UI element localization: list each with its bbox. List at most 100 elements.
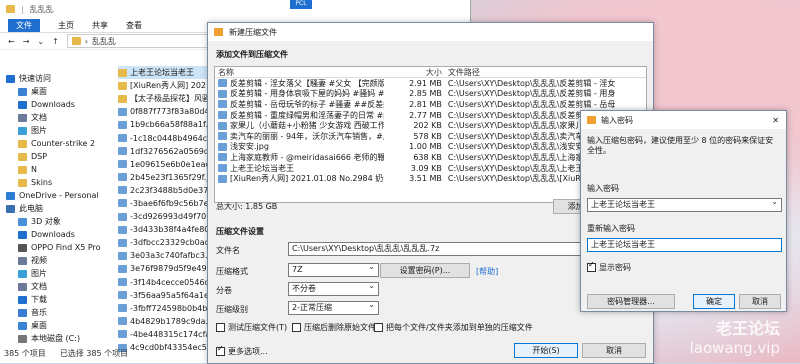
file-row[interactable]: 4c9cd0bf43354ec5.jpg (118, 341, 214, 354)
file-row[interactable]: -3cd926993d49f70.jpg (118, 210, 214, 223)
top-badge: PCL (290, 0, 312, 9)
column-path[interactable]: 文件路径 (446, 67, 646, 77)
nav-item-icon (18, 139, 27, 148)
image-file-icon (118, 238, 127, 247)
file-icon (218, 142, 227, 151)
nav-item[interactable]: Skins (0, 176, 112, 189)
column-name[interactable]: 名称 (215, 67, 384, 77)
breadcrumb-current[interactable]: 乱乱乱 (92, 36, 116, 47)
reenter-password-input[interactable]: 上老王论坛当老王 (587, 238, 782, 252)
nav-item-icon (18, 100, 27, 109)
file-row[interactable]: -1c18c0448b4964c6.jp (118, 131, 214, 144)
each-separate-checkbox[interactable] (374, 323, 383, 332)
selected-count: 已选择 385 个项目 (59, 349, 129, 358)
file-name: -3d433b38f4a4fe80.jp (130, 225, 214, 235)
ribbon-tab-home[interactable]: 主页 (58, 20, 74, 31)
nav-item[interactable]: Downloads (0, 98, 112, 111)
nav-item[interactable]: 桌面 (0, 85, 112, 98)
file-icon (218, 121, 227, 130)
level-select[interactable]: 2-正常压缩 (288, 301, 379, 315)
archive-row[interactable]: 反差剪辑 - 用身体哀吸下屋的妈妈 #骚妈 #骚妈 2.85 MB C:\Users… (215, 89, 646, 100)
nav-item[interactable]: OneDrive - Personal (0, 189, 112, 202)
nav-item[interactable]: 文档 (0, 280, 112, 293)
file-row[interactable]: -3d433b38f4a4fe80.jp (118, 223, 214, 236)
archive-row[interactable]: 反差剪辑 - 淫女落父【騷妻 #父女 【完颜版及 2.91 MB C:\Users\… (215, 78, 646, 89)
nav-item[interactable]: 视频 (0, 254, 112, 267)
ok-button[interactable]: 确定 (693, 294, 735, 309)
archive-row-name-text: 家果儿（小蘑菇+小粉猪 少女游戏 西破工作室.jpg (230, 121, 385, 131)
file-row[interactable]: 【太子极品探花】风骚嫩 (118, 92, 214, 105)
nav-item[interactable]: 图片 (0, 124, 112, 137)
file-row[interactable]: -3f56aa95a5f64a1e.jp (118, 289, 214, 302)
nav-item[interactable]: 桌面 (0, 319, 112, 332)
start-button[interactable]: 开始(S) (514, 343, 578, 358)
nav-item[interactable]: Downloads (0, 228, 112, 241)
nav-item-icon (18, 230, 27, 239)
level-label: 压缩级别 (216, 305, 248, 314)
test-archive-checkbox[interactable] (216, 323, 225, 332)
cancel-button[interactable]: 取消 (582, 343, 646, 358)
close-icon[interactable]: ✕ (772, 116, 779, 125)
column-size[interactable]: 大小 (384, 67, 445, 77)
dropdown-chevron-icon[interactable]: ⌄ (37, 37, 44, 46)
file-row[interactable]: 2b45e23f1365f29f.jpg (118, 171, 214, 184)
nav-item[interactable]: 3D 对象 (0, 215, 112, 228)
more-options-toggle[interactable]: 更多选项... (216, 344, 268, 357)
file-row[interactable]: 1e09615e6b0e1eac.jpg (118, 158, 214, 171)
ribbon-tab-view[interactable]: 查看 (126, 20, 142, 31)
file-row[interactable]: -3f14b4cecce0546d.jp (118, 276, 214, 289)
nav-item[interactable]: 本地磁盘 (C:) (0, 332, 112, 345)
nav-item[interactable]: 图片 (0, 267, 112, 280)
archive-row-size: 2.85 MB (409, 89, 442, 99)
file-row[interactable]: -3dfbcc23329cb0ad.jp (118, 236, 214, 249)
more-options-checkbox[interactable] (216, 344, 225, 356)
archive-row[interactable]: 反差剪辑 - 岳母玩爷的标子 #骚妻 ##反差婊 #... 2.81 MB C:\U… (215, 99, 646, 110)
test-archive-option[interactable]: 测试压缩文件(T) (216, 322, 287, 333)
nav-item[interactable]: Counter-strike 2 (0, 137, 112, 150)
nav-item[interactable]: DSP (0, 150, 112, 163)
forward-arrow-icon[interactable]: → (23, 37, 30, 46)
ribbon-tab-file[interactable]: 文件 (8, 18, 40, 32)
file-row[interactable]: 3e03a3c740fafbc3.jpg (118, 249, 214, 262)
delete-after-checkbox[interactable] (292, 323, 301, 332)
nav-item-label: 文档 (31, 282, 47, 291)
nav-item[interactable]: 此电脑 (0, 202, 112, 215)
nav-item[interactable]: 下载 (0, 293, 112, 306)
nav-item[interactable]: 文档 (0, 111, 112, 124)
nav-item[interactable]: 音乐 (0, 306, 112, 319)
archive-row-name-text: 反差剪辑 - 岳母玩爷的标子 #骚妻 ##反差婊 #... (230, 99, 384, 109)
enter-password-input[interactable]: 上老王论坛当老王 (587, 198, 782, 212)
filename-input[interactable]: C:\Users\XY\Desktop\乱乱乱\乱乱乱.7z (288, 242, 626, 256)
watermark-url: laowang.vip (689, 339, 780, 357)
file-row[interactable]: 1df3276562a0569d.jpg (118, 145, 214, 158)
nav-item[interactable]: OPPO Find X5 Pro (0, 241, 112, 254)
file-row[interactable]: -4be448315c174cfa.jp (118, 328, 214, 341)
format-select[interactable]: 7Z (288, 263, 379, 277)
file-name: 4b4829b1789c9da.jpg (130, 316, 214, 326)
split-select[interactable]: 不分卷 (288, 282, 379, 296)
ribbon-tab-share[interactable]: 共享 (92, 20, 108, 31)
file-row[interactable]: [XiuRen秀人网] 2021.01 (118, 79, 214, 92)
archive-row-name-text: 上老王论坛当老王 (230, 163, 294, 173)
file-row[interactable]: -3fbff724598b0b4b.jp (118, 302, 214, 315)
file-row[interactable]: 3e76f9879d5f9e49.jpg (118, 262, 214, 275)
nav-item[interactable]: 快速访问 (0, 72, 112, 85)
help-link[interactable]: [帮助] (476, 266, 498, 277)
nav-item[interactable]: N (0, 163, 112, 176)
up-arrow-icon[interactable]: ↑ (52, 37, 59, 46)
each-separate-option[interactable]: 把每个文件/文件夹添加到单独的压缩文件 (374, 322, 533, 333)
file-row[interactable]: 0f887f773f83a80d49 (118, 105, 214, 118)
file-row[interactable]: 上老王论坛当老王 (118, 66, 214, 80)
show-password-checkbox[interactable] (587, 260, 596, 272)
file-row[interactable]: 4b4829b1789c9da.jpg (118, 315, 214, 328)
filename-label: 文件名 (216, 246, 240, 255)
file-row[interactable]: 2c23f3488b5d0e37.jpg (118, 184, 214, 197)
set-password-button[interactable]: 设置密码(P)... (380, 263, 470, 278)
back-arrow-icon[interactable]: ← (8, 37, 15, 46)
delete-after-option[interactable]: 压缩后删除原始文件 (292, 322, 376, 333)
file-row[interactable]: 1b9cb66a58f88a1f.jpg (118, 118, 214, 131)
password-cancel-button[interactable]: 取消 (739, 294, 781, 309)
password-manager-button[interactable]: 密码管理器... (587, 294, 675, 309)
show-password-option[interactable]: 显示密码 (587, 260, 631, 273)
file-row[interactable]: -3bae6f6fb9c56b7e.jp (118, 197, 214, 210)
